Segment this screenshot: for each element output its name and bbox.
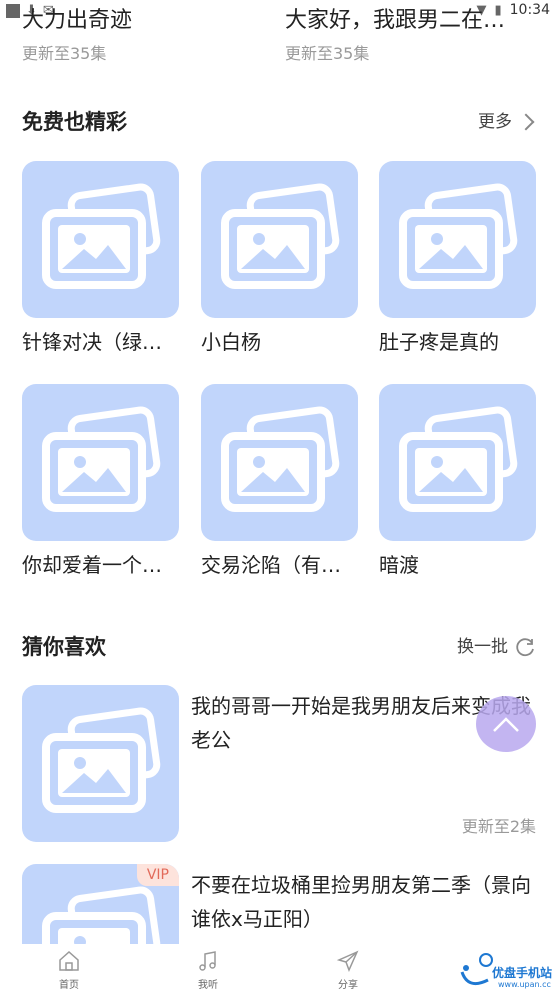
- section-title: 猜你喜欢: [22, 635, 106, 659]
- grid-item-label: 你却爱着一个…: [22, 553, 162, 577]
- top-item-title: 大家好，我跟男二在一…: [285, 8, 525, 33]
- image-placeholder-icon: [201, 384, 358, 541]
- tab-label: 我听: [198, 980, 218, 991]
- tab-label: 首页: [59, 980, 79, 991]
- top-item-subtitle: 更新至35集: [22, 44, 107, 63]
- grid-item-label: 暗渡: [379, 553, 419, 577]
- top-item[interactable]: 大力出奇迹 更新至35集: [22, 6, 262, 64]
- notification-icon: [6, 3, 20, 18]
- paper-plane-icon: [308, 948, 388, 974]
- picture-glyph: [42, 707, 161, 813]
- picture-glyph: [221, 183, 340, 289]
- image-placeholder-icon: [379, 161, 536, 318]
- image-placeholder-icon: [22, 685, 179, 842]
- top-row: 大力出奇迹 更新至35集 大家好，我跟男二在一… 更新至35集: [22, 6, 542, 70]
- grid-item-label: 肚子疼是真的: [379, 330, 499, 354]
- grid-item[interactable]: 你却爱着一个…: [22, 384, 179, 579]
- grid-item[interactable]: 小白杨: [201, 161, 358, 356]
- grid-item[interactable]: 肚子疼是真的: [379, 161, 536, 356]
- home-icon: [29, 948, 109, 974]
- picture-glyph: [399, 406, 518, 512]
- top-item-subtitle: 更新至35集: [285, 44, 370, 63]
- tab-listen[interactable]: 我听: [168, 948, 248, 991]
- list-item-meta: 更新至2集: [461, 817, 536, 836]
- more-button[interactable]: 更多: [478, 107, 536, 137]
- scroll-top-button[interactable]: [476, 696, 536, 752]
- grid-item[interactable]: 暗渡: [379, 384, 536, 579]
- top-item-title: 大力出奇迹: [22, 8, 133, 33]
- picture-glyph: [42, 406, 161, 512]
- free-section-header: 免费也精彩 更多: [22, 107, 536, 137]
- grid-item[interactable]: 交易沦陷（有…: [201, 384, 358, 579]
- image-placeholder-icon: [379, 384, 536, 541]
- refresh-label: 换一批: [457, 637, 508, 657]
- image-placeholder-icon: [22, 384, 179, 541]
- tab-share[interactable]: 分享: [308, 948, 388, 991]
- section-title: 免费也精彩: [22, 110, 127, 134]
- tab-home[interactable]: 首页: [29, 948, 109, 991]
- more-label: 更多: [478, 112, 512, 132]
- chevron-up-icon: [493, 717, 519, 732]
- picture-glyph: [221, 406, 340, 512]
- picture-glyph: [399, 183, 518, 289]
- guess-section-header: 猜你喜欢 换一批: [22, 632, 536, 662]
- top-item[interactable]: 大家好，我跟男二在一… 更新至35集: [285, 6, 525, 64]
- grid-item-label: 小白杨: [201, 330, 261, 354]
- watermark-logo: 优盘手机站 www.upan.cc: [458, 950, 558, 992]
- music-note-icon: [168, 948, 248, 974]
- vip-badge: VIP: [136, 864, 179, 886]
- image-placeholder-icon: [22, 161, 179, 318]
- grid-item-label: 交易沦陷（有…: [201, 553, 341, 577]
- list-item[interactable]: 我的哥哥一开始是我男朋友后来变成我老公 更新至2集: [22, 685, 536, 842]
- grid-item[interactable]: 针锋对决（绿…: [22, 161, 179, 356]
- list-item-title: 不要在垃圾桶里捡男朋友第二季（景向谁依x马正阳）: [191, 873, 531, 931]
- watermark-sub: www.upan.cc: [498, 980, 551, 989]
- watermark-text: 优盘手机站: [492, 966, 553, 980]
- picture-glyph: [42, 183, 161, 289]
- chevron-right-icon: [517, 113, 535, 131]
- tab-label: 分享: [338, 980, 358, 991]
- image-placeholder-icon: [201, 161, 358, 318]
- refresh-button[interactable]: 换一批: [457, 632, 536, 662]
- grid-item-label: 针锋对决（绿…: [22, 330, 162, 354]
- refresh-icon: [514, 636, 536, 658]
